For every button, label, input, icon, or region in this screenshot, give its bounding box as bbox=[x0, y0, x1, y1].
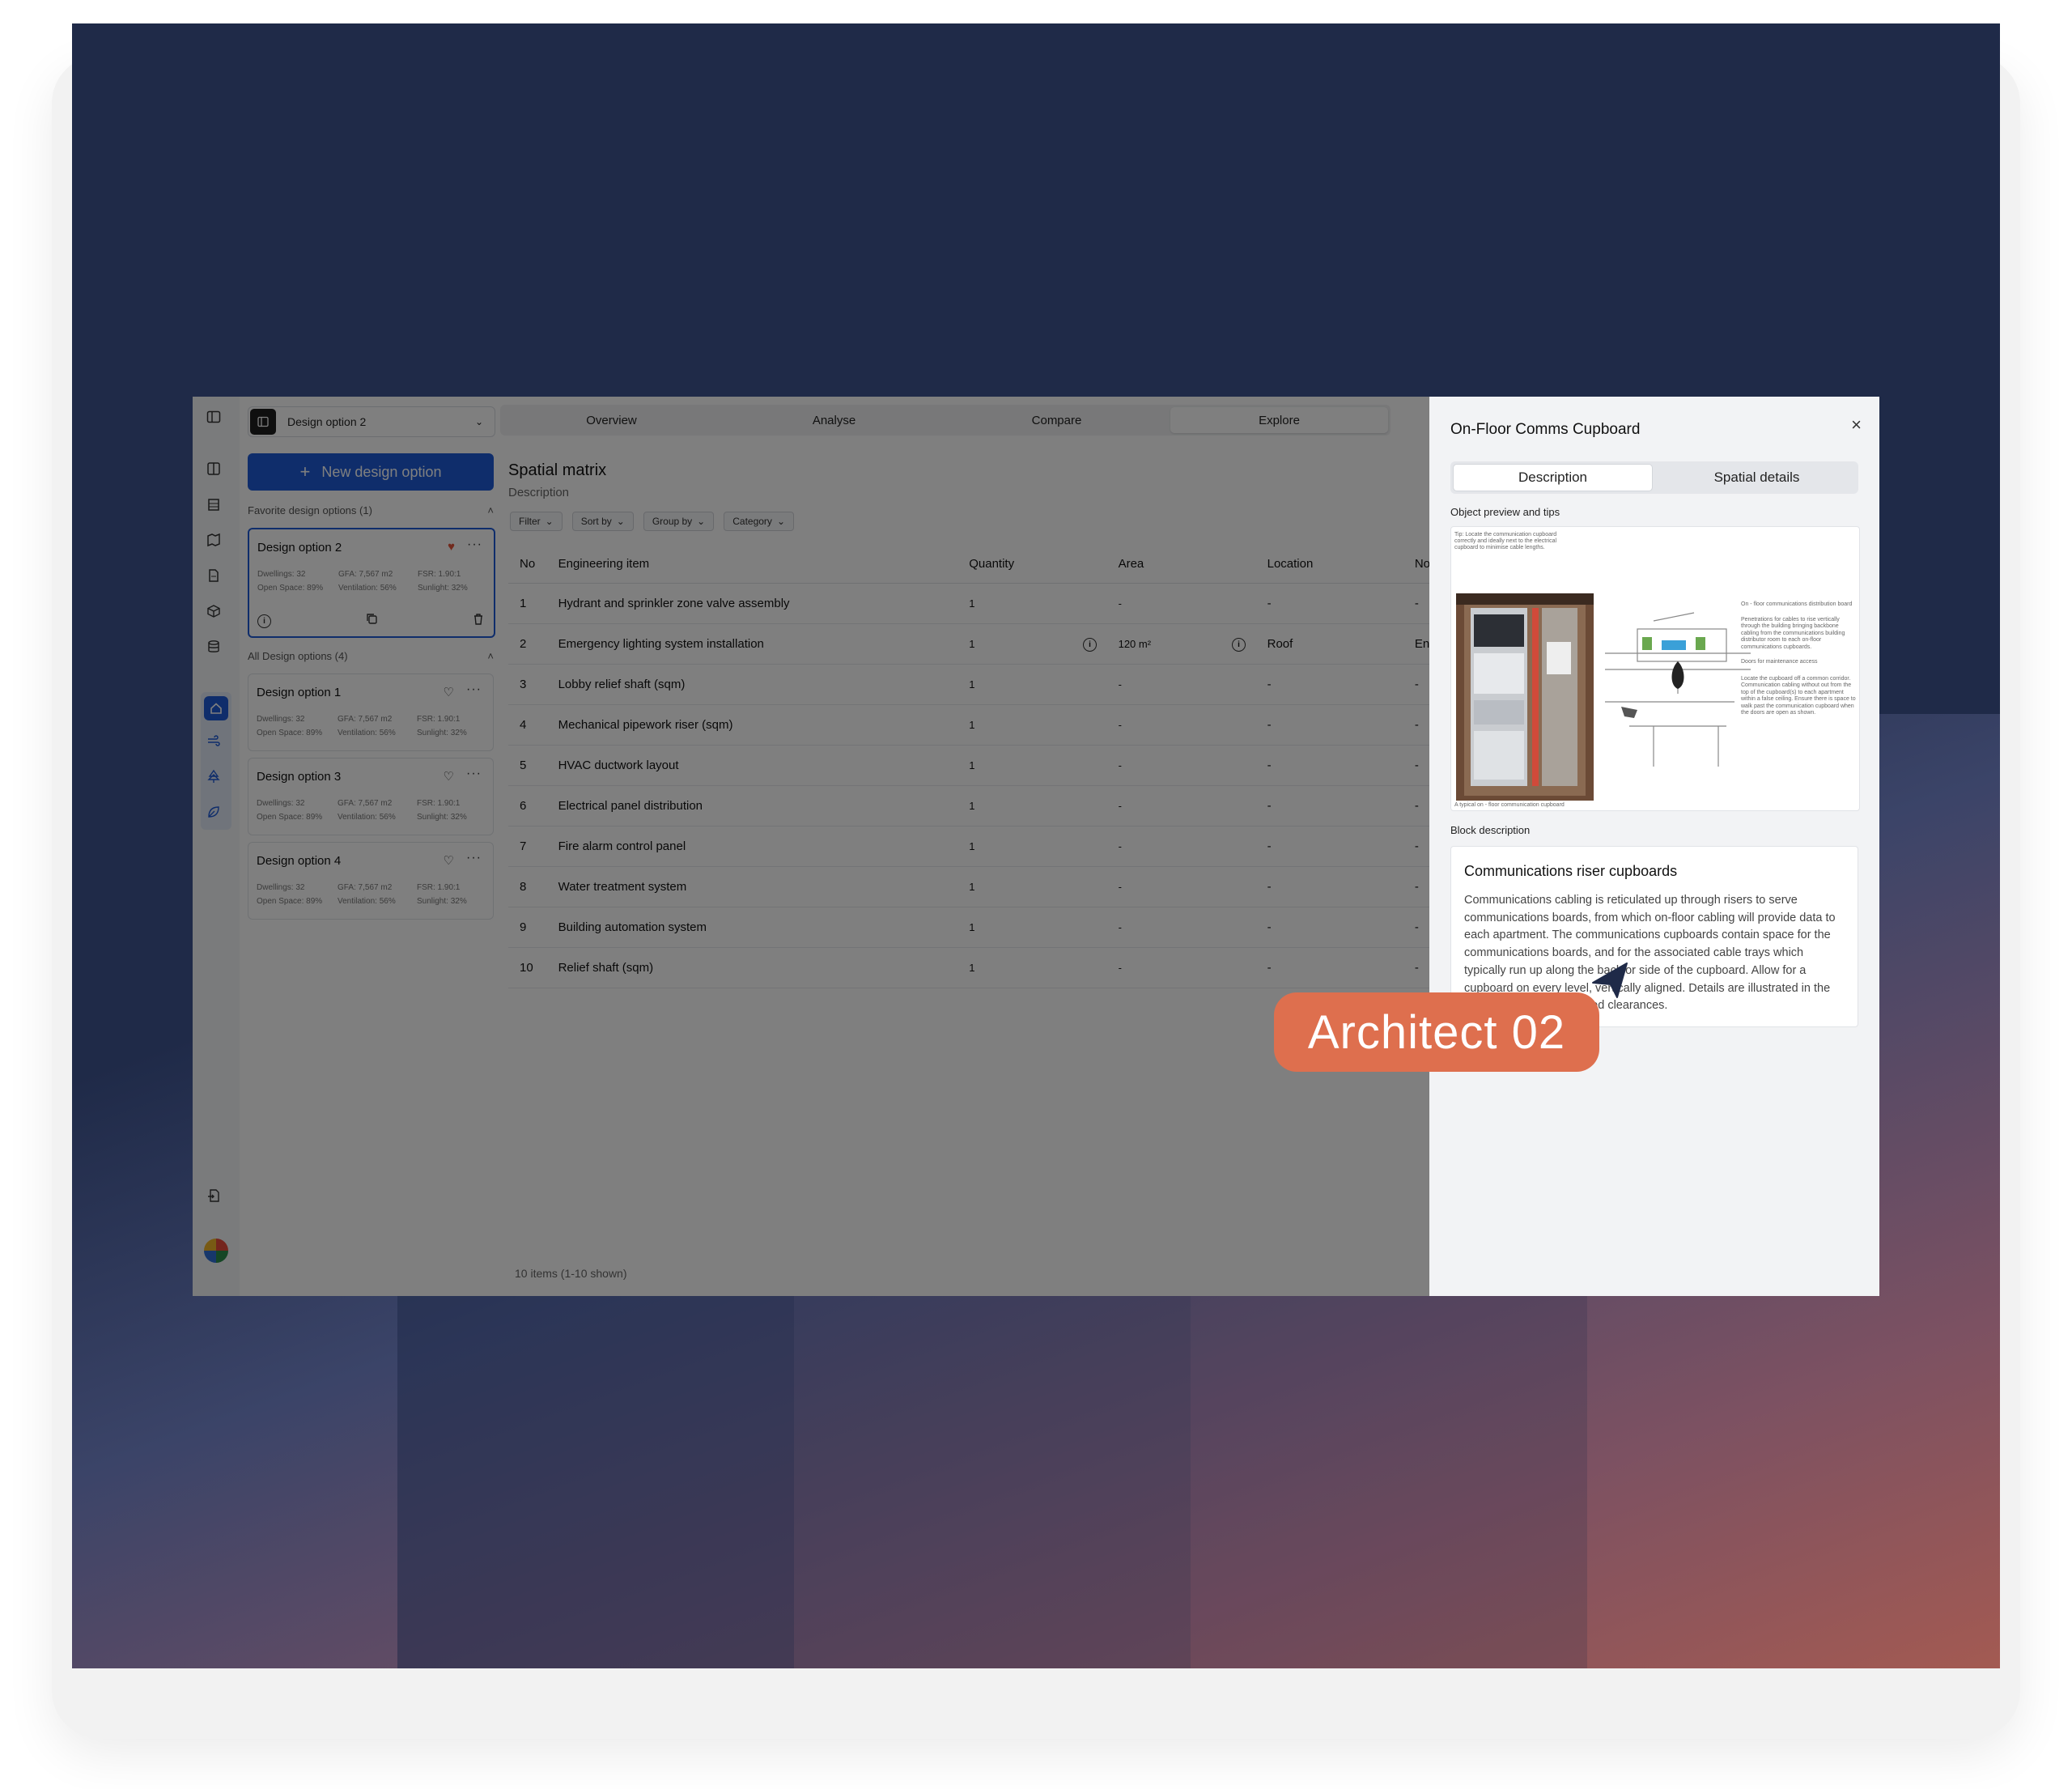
preview-caption: A typical on - floor communication cupbo… bbox=[1454, 802, 1565, 808]
stage-column bbox=[397, 1264, 794, 1668]
block-description-label: Block description bbox=[1450, 824, 1531, 836]
close-icon[interactable]: × bbox=[1851, 414, 1862, 436]
drawer-tabs: Description Spatial details bbox=[1450, 461, 1858, 494]
tab-description[interactable]: Description bbox=[1453, 464, 1653, 491]
app-window: Design option 2 ⌄ + New design option Fa… bbox=[193, 397, 1879, 1296]
preview-notes: On - floor communications distribution b… bbox=[1741, 601, 1858, 717]
drawer-title: On-Floor Comms Cupboard bbox=[1450, 421, 1641, 438]
object-preview: Tip: Locate the communication cupboard c… bbox=[1450, 526, 1860, 811]
modal-overlay[interactable] bbox=[193, 397, 1429, 1296]
stage-column bbox=[794, 1264, 1191, 1668]
block-title: Communications riser cupboards bbox=[1464, 863, 1678, 879]
collaborator-badge: Architect 02 bbox=[1274, 992, 1599, 1072]
cursor-icon bbox=[1592, 962, 1628, 998]
preview-label: Object preview and tips bbox=[1450, 506, 1560, 518]
preview-tip: Tip: Locate the communication cupboard c… bbox=[1454, 532, 1557, 550]
preview-note: Doors for maintenance access bbox=[1741, 659, 1818, 665]
preview-note: Locate the cupboard off a common corrido… bbox=[1741, 675, 1856, 716]
cupboard-diagram bbox=[1605, 612, 1751, 767]
cupboard-photo bbox=[1456, 593, 1594, 801]
tab-spatial-details[interactable]: Spatial details bbox=[1658, 464, 1856, 491]
stage-column bbox=[1191, 1264, 1587, 1668]
details-drawer: On-Floor Comms Cupboard × Description Sp… bbox=[1429, 397, 1879, 1296]
preview-note: Penetrations for cables to rise vertical… bbox=[1741, 616, 1845, 650]
preview-note: On - floor communications distribution b… bbox=[1741, 601, 1853, 607]
